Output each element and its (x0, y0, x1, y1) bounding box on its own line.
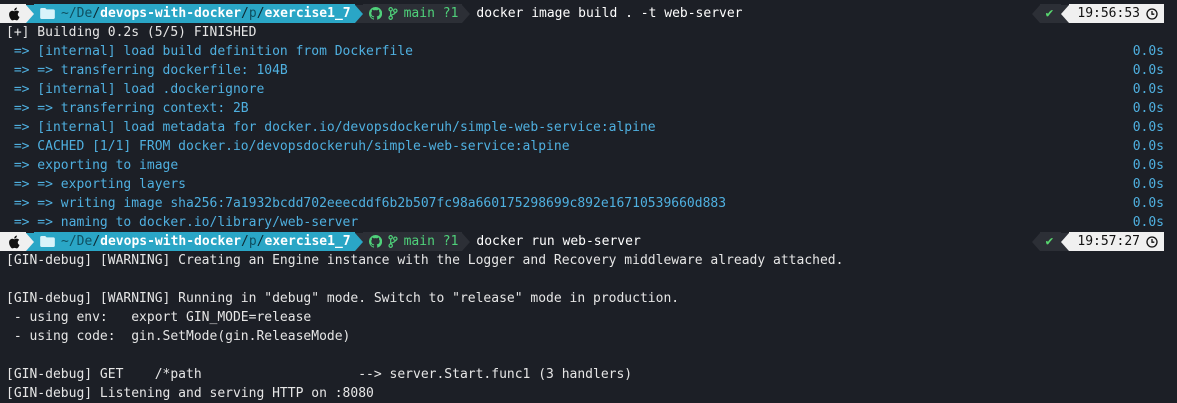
build-step-duration: 0.0s (1132, 196, 1164, 211)
build-step-duration: 0.0s (1132, 82, 1164, 97)
build-header: [+] Building 0.2s (5/5) FINISHED (6, 25, 257, 40)
output-line: [GIN-debug] Listening and serving HTTP o… (6, 386, 374, 401)
folder-icon (40, 8, 55, 19)
dir-part: devops-with-docker (100, 6, 242, 21)
prompt-line: ~/De / devops-with-docker / p / exercise1_7 ma… (0, 4, 1177, 23)
command-text: docker image build . -t web-server (476, 6, 743, 21)
build-step-duration: 0.0s (1132, 177, 1164, 192)
build-step-duration: 0.0s (1132, 44, 1164, 59)
dir-separator: / (256, 234, 265, 249)
build-step-text: => [internal] load build definition from… (6, 44, 413, 59)
output-line: [GIN-debug] [WARNING] Creating an Engine… (6, 253, 844, 268)
git-segment: main ?1 (362, 232, 463, 251)
os-segment (0, 232, 26, 251)
directory-segment: ~/De / devops-with-docker / p / exercise1_7 (34, 4, 355, 23)
dir-separator: / (92, 234, 101, 249)
github-icon (368, 235, 382, 248)
build-step-row: => [internal] load build definition from… (0, 42, 1177, 61)
prompt-separator (354, 4, 363, 23)
git-branch-icon (388, 7, 398, 20)
prompt-separator (462, 4, 471, 23)
directory-segment: ~/De / devops-with-docker / p / exercise1_7 (34, 232, 355, 251)
timestamp: 19:56:53 (1077, 6, 1140, 21)
dir-tilde: ~/ (61, 234, 77, 249)
terminal-window[interactable]: ~/De / devops-with-docker / p / exercise1_7 ma… (0, 0, 1177, 402)
prompt-line: ~/De / devops-with-docker / p / exercise1_7 ma… (0, 232, 1177, 251)
build-step-text: => => exporting layers (6, 177, 187, 192)
build-step-duration: 0.0s (1132, 101, 1164, 116)
prompt-separator (26, 4, 34, 23)
command-text: docker run web-server (476, 234, 641, 249)
build-step-text: => => naming to docker.io/library/web-se… (6, 215, 359, 230)
run-output: [GIN-debug] [WARNING] Creating an Engine… (0, 251, 1177, 403)
folder-icon (40, 236, 55, 247)
build-step-row: => => naming to docker.io/library/web-se… (0, 213, 1177, 232)
git-branch-label: main ?1 (403, 234, 459, 249)
build-step-row: => [internal] load .dockerignore 0.0s (0, 80, 1177, 99)
prompt-separator (1031, 232, 1040, 251)
build-step-text: => exporting to image (6, 158, 179, 173)
build-step-text: => => transferring dockerfile: 104B (6, 63, 288, 78)
os-segment (0, 4, 26, 23)
build-step-row: => CACHED [1/1] FROM docker.io/devopsdoc… (0, 137, 1177, 156)
dir-part: p (248, 234, 257, 249)
output-line: [GIN-debug] [WARNING] Running in "debug"… (6, 291, 680, 306)
build-steps: => [internal] load build definition from… (0, 42, 1177, 232)
build-step-text: => => transferring context: 2B (6, 101, 249, 116)
build-step-text: => => writing image sha256:7a1932bcdd702… (6, 196, 727, 211)
build-step-duration: 0.0s (1132, 139, 1164, 154)
build-step-duration: 0.0s (1132, 158, 1164, 173)
git-segment: main ?1 (362, 4, 463, 23)
output-line: - using env: export GIN_MODE=release (6, 310, 312, 325)
build-step-text: => [internal] load metadata for docker.i… (6, 120, 656, 135)
right-prompt: ✔ 19:57:27 (1031, 232, 1164, 251)
prompt-separator (1061, 232, 1070, 251)
build-step-row: => => exporting layers 0.0s (0, 175, 1177, 194)
checkmark-icon: ✔ (1039, 232, 1062, 251)
dir-part: devops-with-docker (100, 234, 242, 249)
dir-current: exercise1_7 (264, 6, 351, 21)
build-step-row: => => transferring context: 2B 0.0s (0, 99, 1177, 118)
build-step-row: => => writing image sha256:7a1932bcdd702… (0, 194, 1177, 213)
build-step-duration: 0.0s (1132, 120, 1164, 135)
prompt-separator (26, 232, 34, 251)
dir-part: De (76, 234, 93, 249)
right-prompt: ✔ 19:56:53 (1031, 4, 1164, 23)
prompt-separator (354, 232, 363, 251)
output-line: - using code: gin.SetMode(gin.ReleaseMod… (6, 329, 351, 344)
prompt-separator (1031, 4, 1040, 23)
build-step-duration: 0.0s (1132, 215, 1164, 230)
apple-icon (9, 7, 20, 20)
output-line: [GIN-debug] GET /*path --> server.Start.… (6, 367, 633, 382)
build-step-text: => CACHED [1/1] FROM docker.io/devopsdoc… (6, 139, 570, 154)
dir-part: p (248, 6, 257, 21)
dir-tilde: ~/ (61, 6, 77, 21)
dir-separator: / (241, 6, 249, 21)
time-segment: 19:56:53 (1069, 4, 1164, 23)
build-step-text: => [internal] load .dockerignore (6, 82, 265, 97)
dir-separator: / (241, 234, 249, 249)
dir-separator: / (256, 6, 265, 21)
dir-current: exercise1_7 (264, 234, 351, 249)
git-branch-label: main ?1 (403, 6, 459, 21)
checkmark-icon: ✔ (1039, 4, 1062, 23)
build-step-row: => => transferring dockerfile: 104B 0.0s (0, 61, 1177, 80)
timestamp: 19:57:27 (1077, 234, 1140, 249)
prompt-separator (462, 232, 471, 251)
github-icon (368, 7, 382, 20)
dir-separator: / (92, 6, 101, 21)
build-step-row: => [internal] load metadata for docker.i… (0, 118, 1177, 137)
build-step-duration: 0.0s (1132, 63, 1164, 78)
dir-part: De (76, 6, 93, 21)
git-branch-icon (388, 235, 398, 248)
clock-icon (1146, 7, 1158, 20)
clock-icon (1146, 235, 1158, 248)
time-segment: 19:57:27 (1069, 232, 1164, 251)
prompt-separator (1061, 4, 1070, 23)
apple-icon (9, 235, 20, 248)
build-step-row: => exporting to image 0.0s (0, 156, 1177, 175)
